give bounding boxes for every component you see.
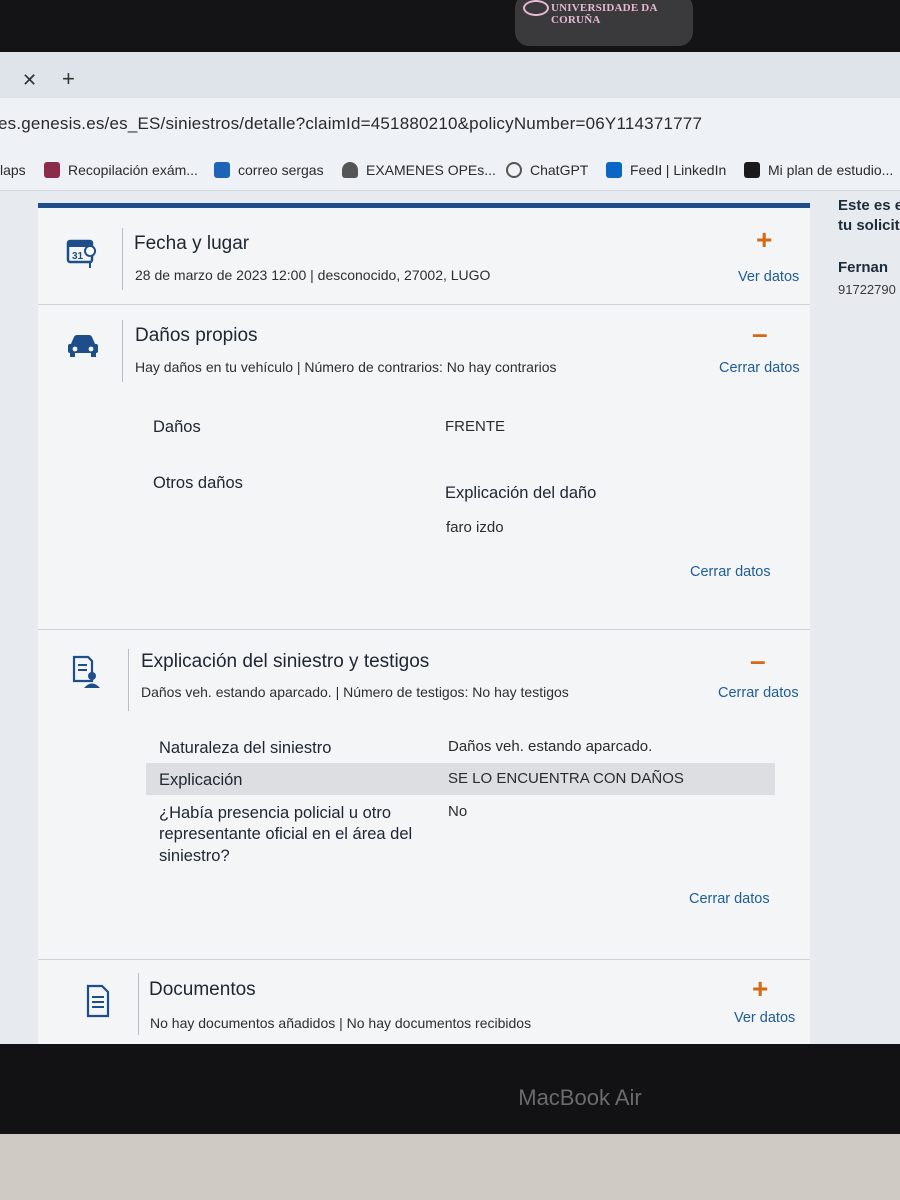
svg-text:31: 31	[72, 251, 84, 262]
divider	[122, 320, 123, 382]
policia-value: No	[448, 803, 468, 820]
section-subtitle: Daños veh. estando aparcado. | Número de…	[141, 684, 569, 700]
cerrar-datos-link[interactable]: Cerrar datos	[719, 360, 800, 376]
agent-phone: 91722790	[838, 282, 896, 297]
section-title: Documentos	[149, 979, 256, 1000]
cerrar-datos-link[interactable]: Cerrar datos	[718, 685, 799, 701]
collapse-toggle[interactable]: –	[750, 647, 766, 675]
linkedin-icon	[606, 162, 622, 178]
section-explicacion-siniestro: Explicación del siniestro y testigos Dañ…	[38, 629, 810, 960]
danos-value: FRENTE	[445, 418, 505, 435]
ver-datos-link[interactable]: Ver datos	[734, 1010, 795, 1026]
macbook-label: MacBook Air	[518, 1085, 642, 1110]
page-content: Este es e tu solicit Fernan 91722790 31 …	[0, 191, 900, 1044]
bookmark-examenes[interactable]: EXAMENES OPEs...	[342, 162, 496, 178]
bookmark-maps[interactable]: laps	[0, 162, 26, 178]
bookmark-label: EXAMENES OPEs...	[366, 162, 496, 178]
right-panel: Este es e tu solicit Fernan 91722790	[838, 196, 900, 297]
naturaleza-value: Daños veh. estando aparcado.	[448, 738, 653, 755]
ver-datos-link[interactable]: Ver datos	[738, 269, 799, 285]
bookmark-label: correo sergas	[238, 162, 324, 178]
section-subtitle: 28 de marzo de 2023 12:00 | desconocido,…	[135, 267, 491, 283]
section-title: Daños propios	[135, 325, 258, 346]
right-panel-line1: Este es e	[838, 197, 900, 214]
sticker-text: UNIVERSIDADE DA CORUÑA	[551, 2, 657, 26]
laptop-screen: ✕ + es.genesis.es/es_ES/siniestros/detal…	[0, 52, 900, 1044]
bookmark-linkedin[interactable]: Feed | LinkedIn	[606, 162, 726, 178]
explicacion-dano-value: faro izdo	[446, 519, 504, 536]
policia-label-line3: siniestro?	[159, 847, 230, 865]
calendar-icon: 31	[66, 239, 97, 268]
expand-toggle[interactable]: +	[752, 975, 768, 1003]
top-bezel	[0, 0, 900, 58]
bookmark-recopilacion[interactable]: Recopilación exám...	[44, 162, 198, 178]
policia-label-line2: representante oficial en el área del	[159, 825, 413, 843]
collapse-toggle[interactable]: –	[752, 320, 768, 348]
chatgpt-icon	[506, 162, 522, 178]
expand-toggle[interactable]: +	[756, 226, 772, 254]
naturaleza-label: Naturaleza del siniestro	[159, 739, 332, 757]
section-subtitle: No hay documentos añadidos | No hay docu…	[150, 1015, 532, 1031]
cerrar-datos-footer-link[interactable]: Cerrar datos	[690, 564, 771, 580]
divider	[138, 973, 139, 1035]
bookmark-label: laps	[0, 162, 26, 178]
university-logo-icon	[523, 0, 549, 16]
bookmark-correo-sergas[interactable]: correo sergas	[214, 162, 324, 178]
divider	[122, 228, 123, 290]
university-sticker: UNIVERSIDADE DA CORUÑA	[515, 0, 693, 46]
person-icon	[342, 162, 358, 178]
otros-danos-label: Otros daños	[153, 474, 243, 492]
divider	[128, 649, 129, 711]
section-fecha-lugar: 31 Fecha y lugar 28 de marzo de 2023 12:…	[38, 208, 810, 305]
explicacion-label: Explicación	[159, 771, 243, 789]
danos-label: Daños	[153, 418, 201, 436]
section-danos-propios: Daños propios Hay daños en tu vehículo |…	[38, 304, 810, 630]
bookmark-label: ChatGPT	[530, 162, 589, 178]
g-icon	[744, 162, 760, 178]
new-tab-icon[interactable]: +	[62, 66, 75, 92]
policia-label-line1: ¿Había presencia policial u otro	[159, 804, 392, 822]
explicacion-dano-title: Explicación del daño	[445, 484, 597, 502]
bookmark-plan-estudio[interactable]: Mi plan de estudio...	[744, 162, 893, 178]
tab-bar: ✕ +	[0, 52, 900, 98]
outlook-icon	[214, 162, 230, 178]
keyboard-deck	[0, 1134, 900, 1200]
close-tab-icon[interactable]: ✕	[22, 70, 37, 91]
document-icon	[86, 984, 110, 1018]
claim-detail-card: 31 Fecha y lugar 28 de marzo de 2023 12:…	[38, 203, 810, 1044]
explicacion-value: SE LO ENCUENTRA CON DAÑOS	[448, 770, 684, 787]
bookmark-label: Recopilación exám...	[68, 162, 198, 178]
car-icon	[68, 335, 98, 357]
url-text[interactable]: es.genesis.es/es_ES/siniestros/detalle?c…	[0, 114, 702, 134]
witness-icon	[72, 655, 100, 688]
section-subtitle: Hay daños en tu vehículo | Número de con…	[135, 359, 557, 375]
agent-name: Fernan	[838, 259, 889, 276]
section-title: Explicación del siniestro y testigos	[141, 651, 430, 672]
section-documentos: Documentos No hay documentos añadidos | …	[38, 959, 810, 1044]
right-panel-line2: tu solicit	[838, 217, 900, 234]
cerrar-datos-footer-link[interactable]: Cerrar datos	[689, 891, 770, 907]
bookmark-label: Mi plan de estudio...	[768, 162, 894, 178]
section-title: Fecha y lugar	[134, 233, 250, 254]
bookmark-chatgpt[interactable]: ChatGPT	[506, 162, 588, 178]
bookmark-label: Feed | LinkedIn	[630, 162, 727, 178]
notebook-icon	[44, 162, 60, 178]
